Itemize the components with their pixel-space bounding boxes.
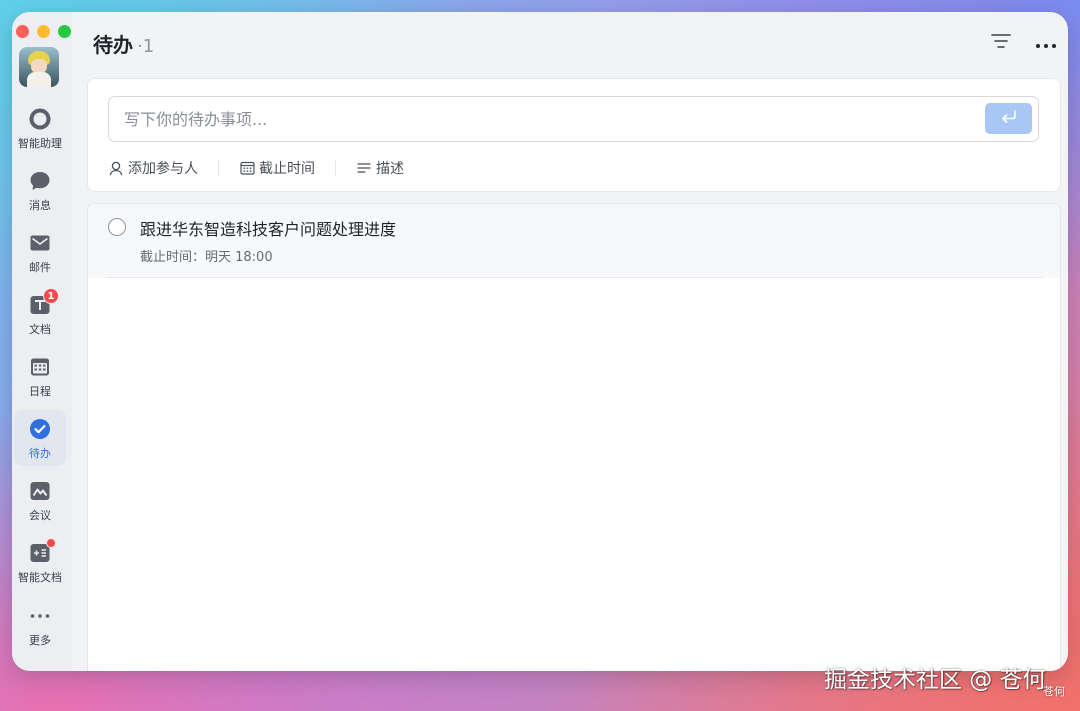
sidebar-item-docs[interactable]: 1 文档 [14, 286, 66, 342]
close-window-button[interactable] [16, 25, 29, 38]
sidebar-item-meeting[interactable]: 会议 [14, 472, 66, 528]
smart-docs-dot [46, 538, 56, 548]
calendar-grid-icon [239, 160, 255, 176]
row-divider [106, 277, 1042, 278]
enter-arrow-icon [1000, 109, 1018, 128]
sidebar-item-label: 文档 [29, 323, 51, 336]
sidebar-item-todo[interactable]: 待办 [14, 410, 66, 466]
option-divider [335, 160, 336, 176]
due-date-label: 截止时间 [259, 161, 315, 177]
list-item[interactable]: 跟进华东智造科技客户问题处理进度 截止时间：明天 18:00 [88, 204, 1060, 278]
sidebar-item-assistant[interactable]: 智能助理 [14, 100, 66, 156]
more-options-button[interactable] [1034, 32, 1058, 54]
todo-input[interactable] [109, 97, 969, 141]
submit-button[interactable] [985, 103, 1032, 134]
sidebar-item-label: 会议 [29, 509, 51, 522]
option-divider [218, 160, 219, 176]
minimize-window-button[interactable] [37, 25, 50, 38]
todo-title: 跟进华东智造科技客户问题处理进度 [140, 220, 397, 239]
page-header: 待办 ·1 [93, 29, 154, 58]
user-avatar[interactable] [19, 47, 59, 87]
description-label: 描述 [376, 161, 404, 177]
sidebar-item-smart-docs[interactable]: 智能文档 [14, 534, 66, 590]
sidebar: 智能助理 消息 邮件 1 文档 日程 待办 会议 智能文档 更多 [12, 12, 72, 671]
todo-composer: 添加参与人 截止时间 描述 [87, 78, 1061, 192]
filter-lines-icon [991, 33, 1011, 53]
more-dots-icon [29, 605, 51, 627]
todo-input-box [108, 96, 1039, 142]
due-date-button[interactable]: 截止时间 [239, 158, 315, 178]
calendar-icon [29, 356, 51, 378]
docs-badge: 1 [43, 288, 59, 304]
sidebar-item-mail[interactable]: 邮件 [14, 224, 66, 280]
sidebar-item-more[interactable]: 更多 [14, 597, 66, 653]
filter-button[interactable] [989, 32, 1013, 54]
sidebar-item-label: 日程 [29, 385, 51, 398]
zoom-window-button[interactable] [58, 25, 71, 38]
meeting-icon [29, 480, 51, 502]
window-controls [16, 25, 71, 38]
sidebar-item-label: 智能文档 [18, 571, 62, 584]
doc-icon: 1 [29, 288, 59, 316]
watermark: 掘金技术社区 @ 苍何 [824, 667, 1046, 693]
sidebar-item-label: 智能助理 [18, 137, 62, 150]
add-participant-label: 添加参与人 [128, 161, 198, 177]
todo-due-date: 截止时间：明天 18:00 [140, 250, 273, 265]
person-icon [108, 160, 124, 176]
app-window: 智能助理 消息 邮件 1 文档 日程 待办 会议 智能文档 更多 待办 ·1 写… [12, 12, 1068, 671]
more-horizontal-icon [1035, 34, 1057, 53]
todo-list: 跟进华东智造科技客户问题处理进度 截止时间：明天 18:00 [87, 203, 1061, 671]
sidebar-item-messages[interactable]: 消息 [14, 162, 66, 218]
assistant-ring-icon [29, 108, 51, 130]
page-title: 待办 [93, 33, 133, 57]
sidebar-item-label: 邮件 [29, 261, 51, 274]
description-button[interactable]: 描述 [356, 158, 404, 178]
sidebar-item-label: 消息 [29, 199, 51, 212]
add-participant-button[interactable]: 添加参与人 [108, 158, 198, 178]
composer-options: 添加参与人 截止时间 描述 [108, 157, 404, 179]
check-circle-icon [29, 418, 51, 440]
main-panel: 待办 ·1 写下你的待办事项... 添加参与人 截止时间 描述 跟进华东智造科技… [72, 12, 1068, 671]
watermark-small: 苍何 [1043, 685, 1065, 698]
mail-icon [29, 232, 51, 254]
todo-count: ·1 [137, 36, 155, 57]
smart-doc-icon [29, 538, 56, 564]
sidebar-item-label: 待办 [29, 447, 51, 460]
todo-checkbox[interactable] [108, 218, 126, 236]
sidebar-item-calendar[interactable]: 日程 [14, 348, 66, 404]
chat-bubble-icon [29, 170, 51, 192]
sidebar-item-label: 更多 [29, 634, 51, 647]
description-lines-icon [356, 160, 372, 176]
